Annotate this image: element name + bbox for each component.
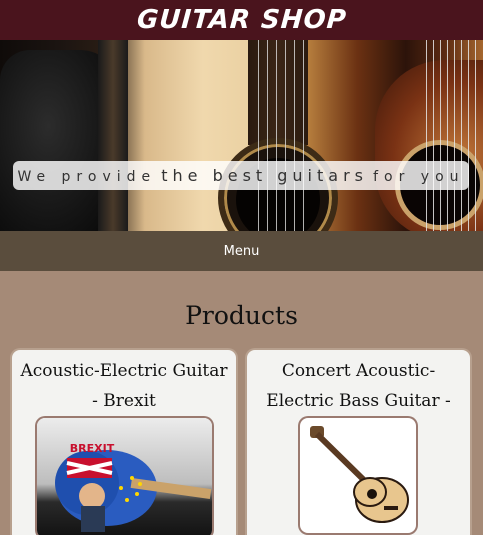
svg-text:BREXIT: BREXIT xyxy=(70,442,115,455)
site-title[interactable]: GUITAR SHOP xyxy=(136,5,348,35)
hero-banner: We provide the best guitars for you xyxy=(0,40,483,231)
menu-bar[interactable]: Menu xyxy=(0,231,483,271)
menu-button[interactable]: Menu xyxy=(224,244,260,259)
tagline: We provide the best guitars for you xyxy=(17,166,464,185)
brexit-guitar-illustration: BREXIT xyxy=(55,442,212,532)
guitar-strings xyxy=(250,40,306,231)
products-heading: Products xyxy=(185,301,298,330)
product-card[interactable]: Concert Acoustic-Electric Bass Guitar - … xyxy=(247,350,470,535)
tagline-band: We provide the best guitars for you xyxy=(13,161,469,190)
bass-guitar-illustration xyxy=(310,426,409,523)
second-guitar-strings xyxy=(420,40,480,231)
tagline-part-2: for you xyxy=(373,169,465,185)
tagline-emphasis: the best guitars xyxy=(161,166,368,185)
product-image[interactable]: BREXIT xyxy=(37,418,212,535)
product-card[interactable]: Acoustic-Electric Guitar - Brexit BREXIT xyxy=(12,350,236,535)
tagline-part-1: We provide xyxy=(17,169,157,185)
product-image[interactable] xyxy=(300,418,416,533)
guitar-case-edge xyxy=(98,40,128,231)
product-title[interactable]: Acoustic-Electric Guitar - Brexit xyxy=(12,350,236,416)
site-header: GUITAR SHOP xyxy=(0,0,483,40)
